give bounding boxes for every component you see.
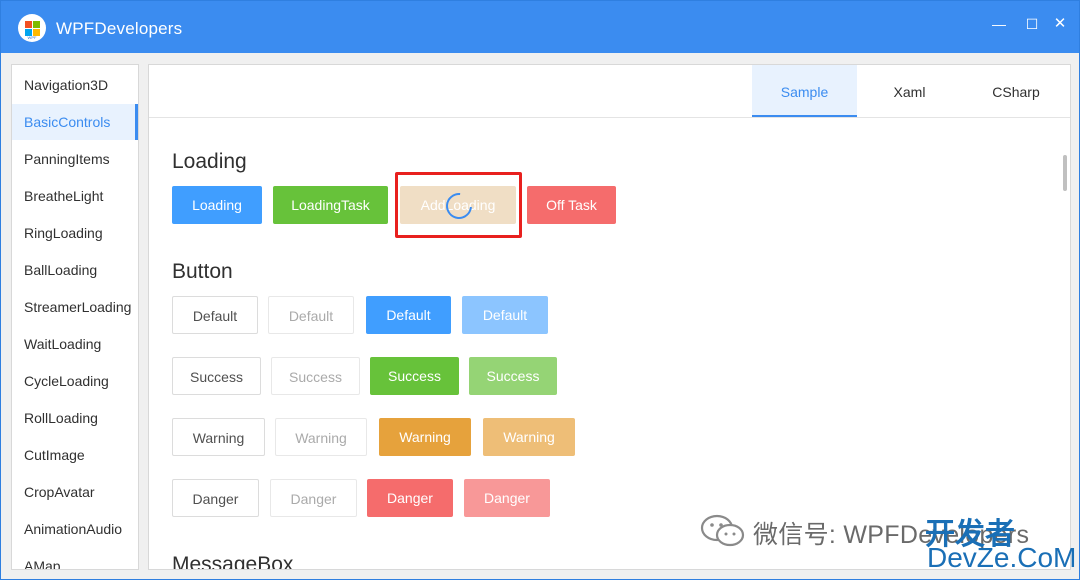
section-title-messagebox: MessageBox bbox=[172, 553, 294, 570]
tab-sample[interactable]: Sample bbox=[752, 65, 857, 117]
sidebar-item-cutimage[interactable]: CutImage bbox=[12, 437, 138, 473]
sidebar-nav: Navigation3D BasicControls PanningItems … bbox=[11, 64, 139, 570]
sidebar-item-ringloading[interactable]: RingLoading bbox=[12, 215, 138, 251]
sidebar-item-basiccontrols[interactable]: BasicControls bbox=[12, 104, 138, 140]
sidebar-item-breathelight[interactable]: BreatheLight bbox=[12, 178, 138, 214]
success-button-disabled[interactable]: Success bbox=[469, 357, 557, 395]
wechat-icon bbox=[700, 514, 745, 547]
success-button[interactable]: Success bbox=[370, 357, 459, 395]
sidebar-item-ballloading[interactable]: BallLoading bbox=[12, 252, 138, 288]
main-panel: Sample Xaml CSharp Loading Loading Loadi… bbox=[148, 64, 1071, 570]
warning-plain-button[interactable]: Warning bbox=[172, 418, 265, 456]
logo-text: WPF bbox=[27, 35, 37, 40]
tab-xaml[interactable]: Xaml bbox=[857, 65, 962, 117]
default-button[interactable]: Default bbox=[172, 296, 258, 334]
loading-task-button[interactable]: LoadingTask bbox=[273, 186, 388, 224]
sidebar-item-panningitems[interactable]: PanningItems bbox=[12, 141, 138, 177]
sidebar-item-animationaudio[interactable]: AnimationAudio bbox=[12, 511, 138, 547]
off-task-button[interactable]: Off Task bbox=[527, 186, 616, 224]
primary-button[interactable]: Default bbox=[366, 296, 451, 334]
app-logo-icon: WPF bbox=[18, 14, 46, 42]
sidebar-item-streamerloading[interactable]: StreamerLoading bbox=[12, 289, 138, 325]
loading-button[interactable]: Loading bbox=[172, 186, 262, 224]
warning-plain-button-disabled[interactable]: Warning bbox=[275, 418, 367, 456]
app-window: WPF WPFDevelopers — ☐ ✕ Navigation3D Bas… bbox=[0, 0, 1080, 580]
danger-button[interactable]: Danger bbox=[367, 479, 453, 517]
default-button-disabled[interactable]: Default bbox=[268, 296, 354, 334]
sidebar-item-cycleloading[interactable]: CycleLoading bbox=[12, 363, 138, 399]
sidebar-item-rollloading[interactable]: RollLoading bbox=[12, 400, 138, 436]
primary-button-disabled[interactable]: Default bbox=[462, 296, 548, 334]
tab-bar: Sample Xaml CSharp bbox=[149, 65, 1070, 118]
site-watermark-en: DevZe.CoM bbox=[927, 542, 1077, 573]
success-plain-button[interactable]: Success bbox=[172, 357, 261, 395]
sidebar-item-amap[interactable]: AMap bbox=[12, 548, 138, 569]
sidebar-item-waitloading[interactable]: WaitLoading bbox=[12, 326, 138, 362]
warning-button[interactable]: Warning bbox=[379, 418, 471, 456]
highlight-box bbox=[395, 172, 522, 238]
title-bar[interactable]: WPF WPFDevelopers — ☐ ✕ bbox=[1, 1, 1079, 53]
section-title-loading: Loading bbox=[172, 150, 247, 173]
close-button[interactable]: ✕ bbox=[1049, 13, 1071, 35]
app-title: WPFDevelopers bbox=[56, 19, 183, 38]
success-plain-button-disabled[interactable]: Success bbox=[271, 357, 360, 395]
danger-button-disabled[interactable]: Danger bbox=[464, 479, 550, 517]
maximize-button[interactable]: ☐ bbox=[1021, 13, 1043, 35]
tab-csharp[interactable]: CSharp bbox=[962, 65, 1070, 117]
sidebar-item-cropavatar[interactable]: CropAvatar bbox=[12, 474, 138, 510]
sidebar-item-navigation3d[interactable]: Navigation3D bbox=[12, 67, 138, 103]
minimize-button[interactable]: — bbox=[988, 13, 1010, 35]
danger-plain-button-disabled[interactable]: Danger bbox=[270, 479, 357, 517]
danger-plain-button[interactable]: Danger bbox=[172, 479, 259, 517]
warning-button-disabled[interactable]: Warning bbox=[483, 418, 575, 456]
vertical-scrollbar[interactable] bbox=[1063, 155, 1067, 191]
section-title-button: Button bbox=[172, 260, 233, 283]
